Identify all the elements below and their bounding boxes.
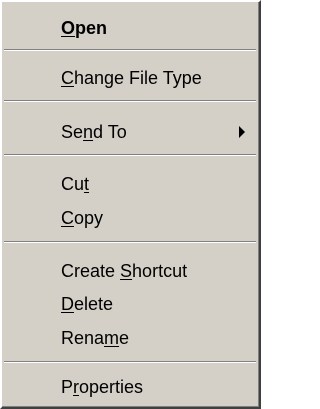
menu-item-change-file-type[interactable]: Change File Type — [2, 61, 259, 95]
menu-item-label: Copy — [61, 207, 104, 228]
menu-item-label: Rename — [61, 327, 130, 348]
menu-item-open[interactable]: Open — [2, 11, 259, 45]
menu-item-label: Change File Type — [61, 67, 202, 88]
menu-item-create-shortcut[interactable]: Create Shortcut — [2, 254, 259, 288]
menu-item-properties[interactable]: Properties — [2, 370, 259, 404]
menu-item-send-to[interactable]: Send To — [2, 115, 259, 149]
context-menu: Open Change File Type Send To Cut Copy C… — [0, 0, 261, 409]
submenu-arrow-icon — [239, 126, 245, 138]
menu-item-label: Delete — [61, 293, 114, 314]
menu-separator — [4, 49, 256, 51]
menu-separator — [4, 100, 256, 102]
menu-item-rename[interactable]: Rename — [2, 321, 259, 355]
menu-item-label: Create Shortcut — [61, 260, 188, 281]
menu-item-copy[interactable]: Copy — [2, 201, 259, 235]
menu-item-cut[interactable]: Cut — [2, 167, 259, 201]
menu-separator — [4, 154, 256, 156]
menu-item-label: Open — [61, 17, 108, 38]
menu-separator — [4, 361, 256, 363]
menu-item-label: Properties — [61, 376, 144, 397]
menu-separator — [4, 241, 256, 243]
menu-item-label: Cut — [61, 173, 90, 194]
menu-item-delete[interactable]: Delete — [2, 287, 259, 321]
menu-item-label: Send To — [61, 121, 127, 142]
